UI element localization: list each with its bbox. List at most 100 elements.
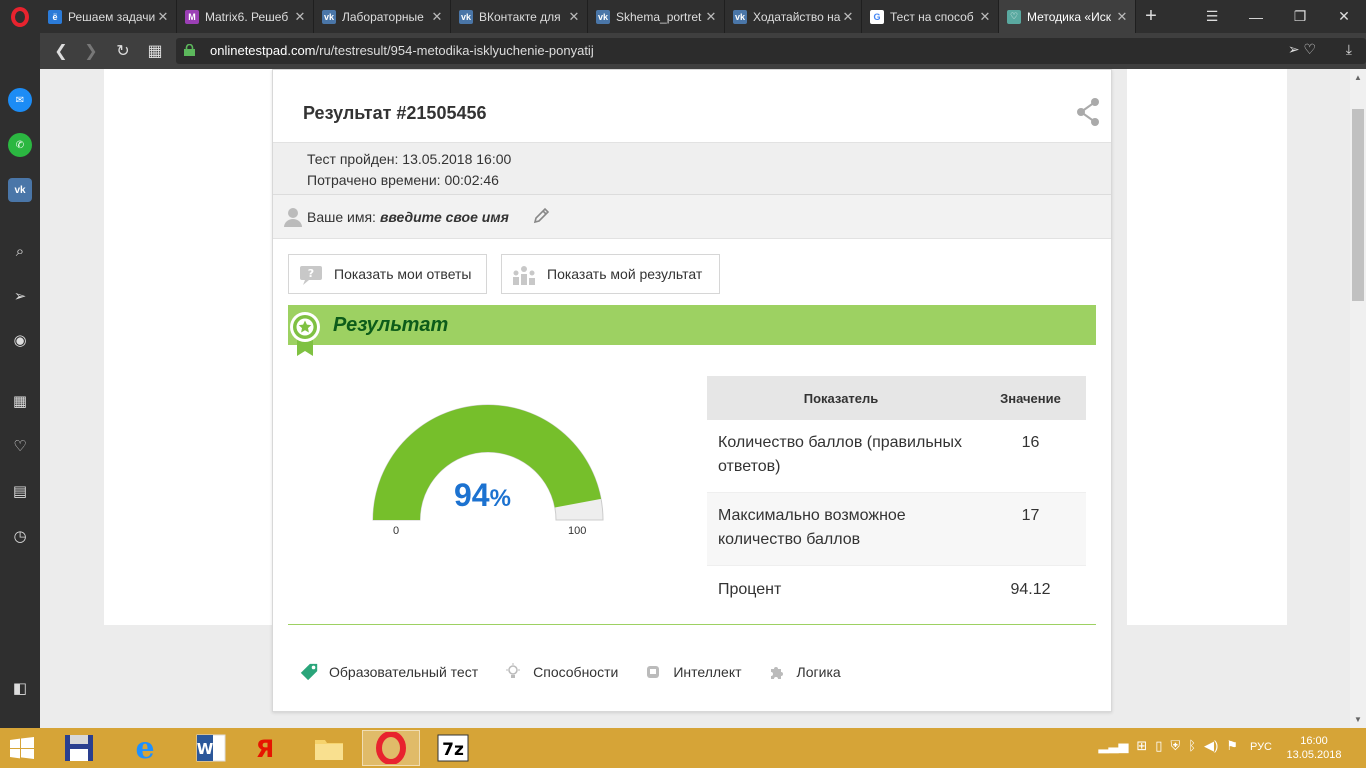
pencil-icon[interactable] — [532, 207, 550, 225]
clock[interactable]: 16:00 13.05.2018 — [1284, 734, 1344, 762]
tab[interactable]: vk Ходатайство на ✕ — [725, 0, 862, 33]
news-icon[interactable]: ▤ — [8, 479, 32, 503]
speed-dial-icon[interactable]: ▦ — [140, 33, 170, 69]
tab-strip: ё Решаем задачи ✕ M Matrix6. Решеб ✕ vk Лабор… — [40, 0, 1166, 33]
tag-educational[interactable]: Образовательный тест — [299, 662, 478, 682]
network-icon[interactable]: ⊞ — [1136, 738, 1147, 754]
grid-icon[interactable]: ▦ — [8, 389, 32, 413]
forward-icon[interactable]: ❯ — [76, 33, 106, 69]
show-result-label: Показать мой результат — [547, 266, 703, 282]
device-icon[interactable]: ▯ — [1155, 738, 1162, 754]
scroll-thumb[interactable] — [1352, 109, 1364, 301]
url-text: onlinetestpad.com/ru/testresult/954-meto… — [210, 43, 594, 58]
row-value: 17 — [1021, 507, 1040, 524]
test-info-panel: Тест пройден: 13.05.2018 16:00 Потрачено… — [273, 142, 1111, 195]
minimize-icon[interactable]: — — [1234, 0, 1278, 33]
shield-icon[interactable]: ⛨ — [1170, 738, 1180, 754]
tab-favicon: vk — [596, 9, 610, 24]
tab[interactable]: G Тест на способ ✕ — [862, 0, 999, 33]
show-result-button[interactable]: Показать мой результат — [501, 254, 720, 294]
tag-intellect[interactable]: Интеллект — [643, 662, 742, 682]
tag-label: Способности — [533, 664, 619, 680]
stats-table: Показатель Значение Количество баллов (п… — [707, 376, 1086, 614]
taskbar-7zip[interactable]: 7z — [424, 730, 482, 766]
share-icon[interactable] — [1076, 97, 1100, 127]
taskbar-ie[interactable]: e — [116, 730, 174, 766]
svg-text:e: e — [135, 732, 154, 764]
flag-icon[interactable]: ⚑ — [1226, 738, 1238, 754]
row-value: 94.12 — [1010, 581, 1051, 598]
result-title: Результат #21505456 — [303, 103, 487, 123]
sidebar-toggle-icon[interactable]: ◧ — [8, 676, 32, 700]
tab-label: Лабораторные — [342, 9, 424, 24]
messenger-icon[interactable]: ✉ — [8, 88, 32, 112]
tab[interactable]: vk ВКонтакте для ✕ — [451, 0, 588, 33]
scroll-up-icon[interactable]: ▲ — [1354, 73, 1362, 82]
tab[interactable]: M Matrix6. Решеб ✕ — [177, 0, 314, 33]
tab-favicon: vk — [733, 9, 747, 24]
windows-start-icon[interactable] — [10, 737, 34, 759]
tab[interactable]: vk Skhema_portret ✕ — [588, 0, 725, 33]
taskbar-opera[interactable] — [362, 730, 420, 766]
section-divider — [288, 624, 1096, 625]
url-field[interactable]: onlinetestpad.com/ru/testresult/954-meto… — [176, 38, 1366, 64]
whatsapp-icon[interactable]: ✆ — [8, 133, 32, 157]
question-icon: ? — [300, 266, 322, 285]
name-value[interactable]: введите свое имя — [380, 209, 509, 225]
scroll-down-icon[interactable]: ▼ — [1354, 715, 1362, 724]
new-tab-button[interactable]: + — [1136, 0, 1166, 33]
column-header-value: Значение — [1000, 390, 1061, 406]
tab-close-icon[interactable]: ✕ — [1115, 9, 1129, 25]
tab-label: Решаем задачи — [68, 9, 156, 24]
send-icon[interactable]: ➢ — [1288, 41, 1300, 57]
vk-icon[interactable]: vk — [8, 178, 32, 202]
section-title: Результат — [333, 314, 449, 336]
send-icon[interactable]: ➢ — [8, 284, 32, 308]
taskbar-files[interactable] — [300, 730, 358, 766]
tab-close-icon[interactable]: ✕ — [978, 9, 992, 25]
history-icon[interactable]: ◷ — [8, 524, 32, 548]
close-window-icon[interactable]: ✕ — [1322, 0, 1366, 33]
bluetooth-icon[interactable]: ᛒ — [1188, 738, 1196, 754]
taskbar-word[interactable]: W — [182, 730, 240, 766]
tab-close-icon[interactable]: ✕ — [841, 9, 855, 25]
search-icon[interactable]: ⌕ — [8, 239, 32, 263]
reload-icon[interactable]: ↻ — [108, 33, 138, 69]
tab-label: Skhema_portret — [616, 9, 702, 24]
bookmark-heart-icon[interactable]: ♡ — [1303, 41, 1316, 57]
camera-icon[interactable]: ◉ — [8, 328, 32, 352]
opera-menu-button[interactable] — [0, 0, 40, 33]
download-icon[interactable]: ⤓ — [1346, 41, 1352, 58]
show-answers-button[interactable]: ? Показать мои ответы — [288, 254, 487, 294]
brain-icon — [643, 662, 663, 682]
language-indicator[interactable]: РУС — [1250, 741, 1272, 753]
tab[interactable]: vk Лабораторные ✕ — [314, 0, 451, 33]
tab-label: Методика «Иск — [1027, 9, 1111, 24]
lock-icon — [184, 44, 195, 56]
back-icon[interactable]: ❮ — [46, 33, 76, 69]
tab-close-icon[interactable]: ✕ — [293, 9, 307, 25]
maximize-icon[interactable]: ❐ — [1278, 0, 1322, 33]
tab-active[interactable]: ♡ Методика «Иск ✕ — [999, 0, 1136, 33]
url-host: onlinetestpad.com — [210, 43, 316, 58]
tag-label: Образовательный тест — [329, 664, 479, 680]
volume-icon[interactable]: ◀) — [1204, 738, 1218, 754]
tab[interactable]: ё Решаем задачи ✕ — [40, 0, 177, 33]
tab-favicon: M — [185, 9, 199, 24]
tag-logic[interactable]: Логика — [767, 662, 841, 682]
signal-icon[interactable]: ▂▃▅ — [1098, 738, 1128, 754]
tab-close-icon[interactable]: ✕ — [704, 9, 718, 25]
page-scrollbar[interactable]: ▲ ▼ — [1350, 69, 1366, 728]
tag-abilities[interactable]: Способности — [503, 662, 618, 682]
tab-close-icon[interactable]: ✕ — [567, 9, 581, 25]
result-card: Результат #21505456 Тест пройден: 13.05.… — [272, 69, 1112, 712]
tab-close-icon[interactable]: ✕ — [156, 9, 170, 25]
taskbar-yandex[interactable]: Я — [236, 730, 294, 766]
gauge-number: 94 — [454, 477, 490, 513]
taskbar-explorer[interactable] — [50, 730, 108, 766]
system-tray: ▂▃▅ ⊞ ▯ ⛨ ᛒ ◀) ⚑ — [1098, 738, 1238, 754]
heart-icon[interactable]: ♡ — [8, 434, 32, 458]
tab-menu-icon[interactable]: ☰ — [1190, 0, 1234, 33]
tab-close-icon[interactable]: ✕ — [430, 9, 444, 25]
result-section-header: Результат — [288, 305, 1096, 345]
